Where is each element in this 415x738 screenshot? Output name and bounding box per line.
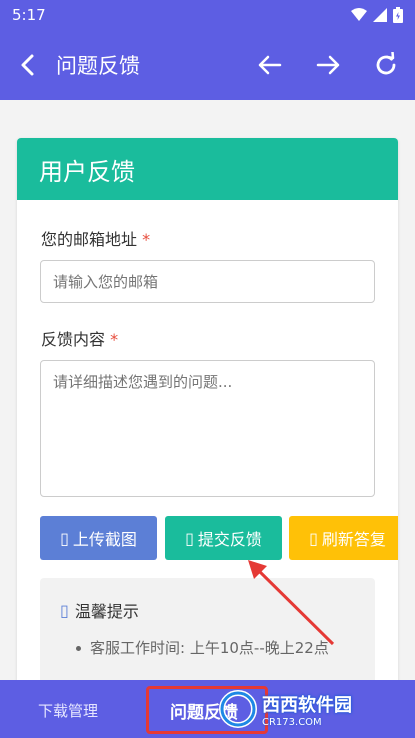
watermark-text: 西西软件园 CR173.COM <box>262 691 352 728</box>
status-bar: 5:17 <box>0 0 415 30</box>
arrow-left-icon <box>258 55 282 75</box>
chevron-left-icon <box>21 54 34 76</box>
submit-icon: ▯ <box>185 528 194 548</box>
watermark-url: CR173.COM <box>262 716 322 728</box>
upload-icon: ▯ <box>60 528 69 548</box>
tips-item: 客服工作时间: 上午10点--晚上22点 <box>76 636 360 660</box>
submit-feedback-button[interactable]: ▯ 提交反馈 <box>165 516 282 560</box>
tab-download-manager[interactable]: 下载管理 <box>38 700 98 721</box>
wifi-icon <box>351 8 367 21</box>
nav-forward-button[interactable] <box>299 30 357 100</box>
status-time: 5:17 <box>12 6 46 24</box>
content-label-text: 反馈内容 <box>41 330 106 349</box>
app-toolbar: 问题反馈 <box>0 30 415 100</box>
feedback-textarea[interactable] <box>40 360 375 497</box>
feedback-card: 用户反馈 您的邮箱地址 * 反馈内容 * ▯ 上传截图 ▯ 提交反馈 ▯ 刷新答… <box>17 138 398 698</box>
card-header: 用户反馈 <box>17 138 398 200</box>
signal-icon <box>373 8 387 22</box>
email-required-mark: * <box>142 230 151 249</box>
info-icon: ▯ <box>60 600 69 620</box>
content-required-mark: * <box>110 330 119 349</box>
refresh-reply-button[interactable]: ▯ 刷新答复 <box>289 516 398 560</box>
watermark-logo-icon <box>219 690 257 728</box>
refresh-reply-label: 刷新答复 <box>321 530 386 549</box>
refresh-icon <box>376 52 396 75</box>
upload-label: 上传截图 <box>72 530 137 549</box>
arrow-right-icon <box>316 55 340 75</box>
nav-back-button[interactable] <box>241 30 299 100</box>
refresh-reply-icon: ▯ <box>309 528 318 548</box>
email-input[interactable] <box>40 260 375 303</box>
email-label: 您的邮箱地址 * <box>41 226 150 250</box>
content-label: 反馈内容 * <box>41 326 118 350</box>
tips-title-text: 温馨提示 <box>74 602 139 621</box>
watermark-brand: 西西软件园 <box>262 694 352 716</box>
back-button[interactable] <box>0 30 56 100</box>
upload-screenshot-button[interactable]: ▯ 上传截图 <box>40 516 157 560</box>
submit-label: 提交反馈 <box>197 530 262 549</box>
page-title: 问题反馈 <box>56 54 140 78</box>
status-icons <box>351 7 403 23</box>
refresh-button[interactable] <box>357 30 415 100</box>
watermark: 西西软件园 CR173.COM <box>218 688 393 730</box>
battery-icon <box>393 7 403 23</box>
tips-title: ▯ 温馨提示 <box>60 598 139 622</box>
email-label-text: 您的邮箱地址 <box>41 230 138 249</box>
